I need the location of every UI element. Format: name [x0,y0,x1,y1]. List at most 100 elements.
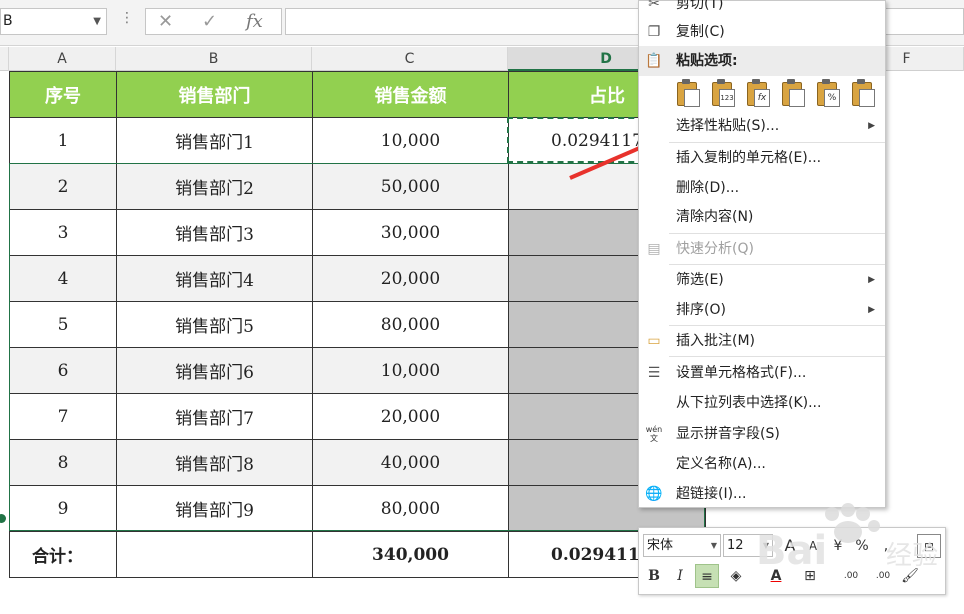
cancel-icon[interactable]: ✕ [158,11,173,32]
table-cell[interactable]: 10,000 [312,117,509,164]
menu-item-delete[interactable]: 删除(D)... [639,173,885,203]
table-cell[interactable]: 10,000 [312,347,509,394]
menu-item-quick-analysis[interactable]: ▤ 快速分析(Q) [639,234,885,264]
align-center-button[interactable]: ≡ [695,564,719,588]
chevron-right-icon: ▶ [868,305,875,315]
table-cell[interactable]: 销售部门2 [116,163,313,210]
fill-color-icon[interactable]: ◈ [723,564,749,588]
paste-link-icon[interactable] [849,79,875,107]
menu-item-copy[interactable]: ❐ 复制(C) [639,17,885,47]
table-cell[interactable] [116,531,313,578]
table-cell[interactable]: 销售部门3 [116,209,313,256]
menu-item-label: 排序(O) [676,302,726,318]
table-row: 6 销售部门6 10,000 [9,347,706,394]
table-row: 4 销售部门4 20,000 [9,255,706,302]
header-cell[interactable]: 序号 [9,71,117,118]
table-cell[interactable]: 1 [9,117,117,164]
menu-item-label: 插入批注(M) [676,333,756,349]
table-row: 5 销售部门5 80,000 [9,301,706,348]
header-cell[interactable]: 销售部门 [116,71,313,118]
menu-item-format-cells[interactable]: ☰ 设置单元格格式(F)... [639,358,885,388]
name-box[interactable]: B ▼ [0,8,107,35]
merge-cells-icon[interactable]: ⊟ [917,534,941,558]
paste-options-heading: 📋 粘贴选项: [639,46,885,76]
font-name-value: 宋体 [647,538,674,553]
grow-font-button[interactable]: A [779,534,801,558]
table-cell[interactable]: 销售部门9 [116,485,313,532]
menu-item-label: 删除(D)... [676,180,740,196]
table-cell[interactable]: 销售部门8 [116,439,313,486]
table-cell[interactable]: 5 [9,301,117,348]
bold-button[interactable]: B [643,564,665,588]
font-name-select[interactable]: 宋体 ▼ [643,534,721,557]
chevron-down-icon: ▼ [710,541,717,550]
menu-item-pick-from-list[interactable]: 从下拉列表中选择(K)... [639,388,885,418]
menu-item-filter[interactable]: 筛选(E) ▶ [639,265,885,295]
table-cell[interactable]: 20,000 [312,255,509,302]
scissors-icon: ✂ [648,0,660,12]
comment-icon: ▭ [647,333,661,349]
table-cell[interactable]: 80,000 [312,301,509,348]
enter-icon[interactable]: ✓ [202,11,217,32]
borders-icon[interactable]: ⊞ [799,564,821,588]
shrink-font-button[interactable]: A [803,534,823,558]
fill-handle[interactable] [0,514,6,523]
table-cell[interactable]: 40,000 [312,439,509,486]
menu-item-define-name[interactable]: 定义名称(A)... [639,449,885,479]
increase-decimal-button[interactable]: .00 [837,564,865,588]
more-options-icon: ⋮ [120,10,134,26]
menu-item-insert-copied[interactable]: 插入复制的单元格(E)... [639,143,885,173]
menu-item-paste-special[interactable]: 选择性粘贴(S)... ▶ [639,111,885,141]
paste-values-icon[interactable]: 123 [709,79,735,107]
table-cell[interactable]: 4 [9,255,117,302]
menu-item-sort[interactable]: 排序(O) ▶ [639,295,885,325]
menu-item-label: 快速分析(Q) [676,241,754,257]
decrease-decimal-button[interactable]: .00 [869,564,897,588]
table-cell[interactable]: 销售部门4 [116,255,313,302]
quick-analysis-icon: ▤ [647,241,661,257]
paste-formatting-icon[interactable]: % [814,79,840,107]
column-header-c[interactable]: C [312,47,508,71]
table-cell[interactable]: 30,000 [312,209,509,256]
table-cell[interactable]: 50,000 [312,163,509,210]
formula-buttons: ✕ ✓ fx [145,8,282,35]
currency-format-icon[interactable]: ¥ [827,534,849,558]
table-cell[interactable]: 销售部门7 [116,393,313,440]
paste-icon[interactable] [674,79,700,107]
table-cell[interactable]: 7 [9,393,117,440]
menu-item-clear[interactable]: 清除内容(N) [639,202,885,232]
table-cell[interactable]: 8 [9,439,117,486]
select-all-corner[interactable] [0,47,9,71]
table-cell[interactable]: 80,000 [312,485,509,532]
italic-button[interactable]: I [669,564,691,588]
table-cell[interactable]: 20,000 [312,393,509,440]
table-cell[interactable]: 9 [9,485,117,532]
format-painter-icon[interactable]: 🖌 [899,564,921,588]
font-color-button[interactable]: A [765,564,787,588]
column-header-a[interactable]: A [9,47,116,71]
table-cell[interactable]: 6 [9,347,117,394]
table-cell[interactable]: 3 [9,209,117,256]
total-label[interactable]: 合计： [9,531,117,578]
table-cell[interactable]: 2 [9,163,117,210]
table-cell[interactable]: 销售部门1 [116,117,313,164]
header-cell[interactable]: 销售金额 [312,71,509,118]
insert-function-icon[interactable]: fx [246,11,263,32]
paste-transpose-icon[interactable] [779,79,805,107]
chevron-down-icon[interactable]: ▼ [93,9,101,34]
table-cell[interactable]: 销售部门6 [116,347,313,394]
percent-style-button[interactable]: % [851,534,873,558]
menu-item-label: 清除内容(N) [676,209,754,225]
paste-formulas-icon[interactable]: fx [744,79,770,107]
hyperlink-globe-icon: 🌐 [645,486,663,502]
chevron-right-icon: ▶ [868,275,875,285]
comma-style-button[interactable]: , [875,534,897,558]
table-cell[interactable]: 销售部门5 [116,301,313,348]
font-size-select[interactable]: 12 ▼ [723,534,773,557]
total-amount[interactable]: 340,000 [312,531,509,578]
menu-item-insert-comment[interactable]: ▭ 插入批注(M) [639,326,885,356]
column-header-b[interactable]: B [116,47,312,71]
menu-item-label: 粘贴选项: [676,53,738,69]
menu-item-pinyin[interactable]: wén 文 显示拼音字段(S) [639,419,885,449]
menu-item-hyperlink[interactable]: 🌐 超链接(I)... [639,479,885,509]
